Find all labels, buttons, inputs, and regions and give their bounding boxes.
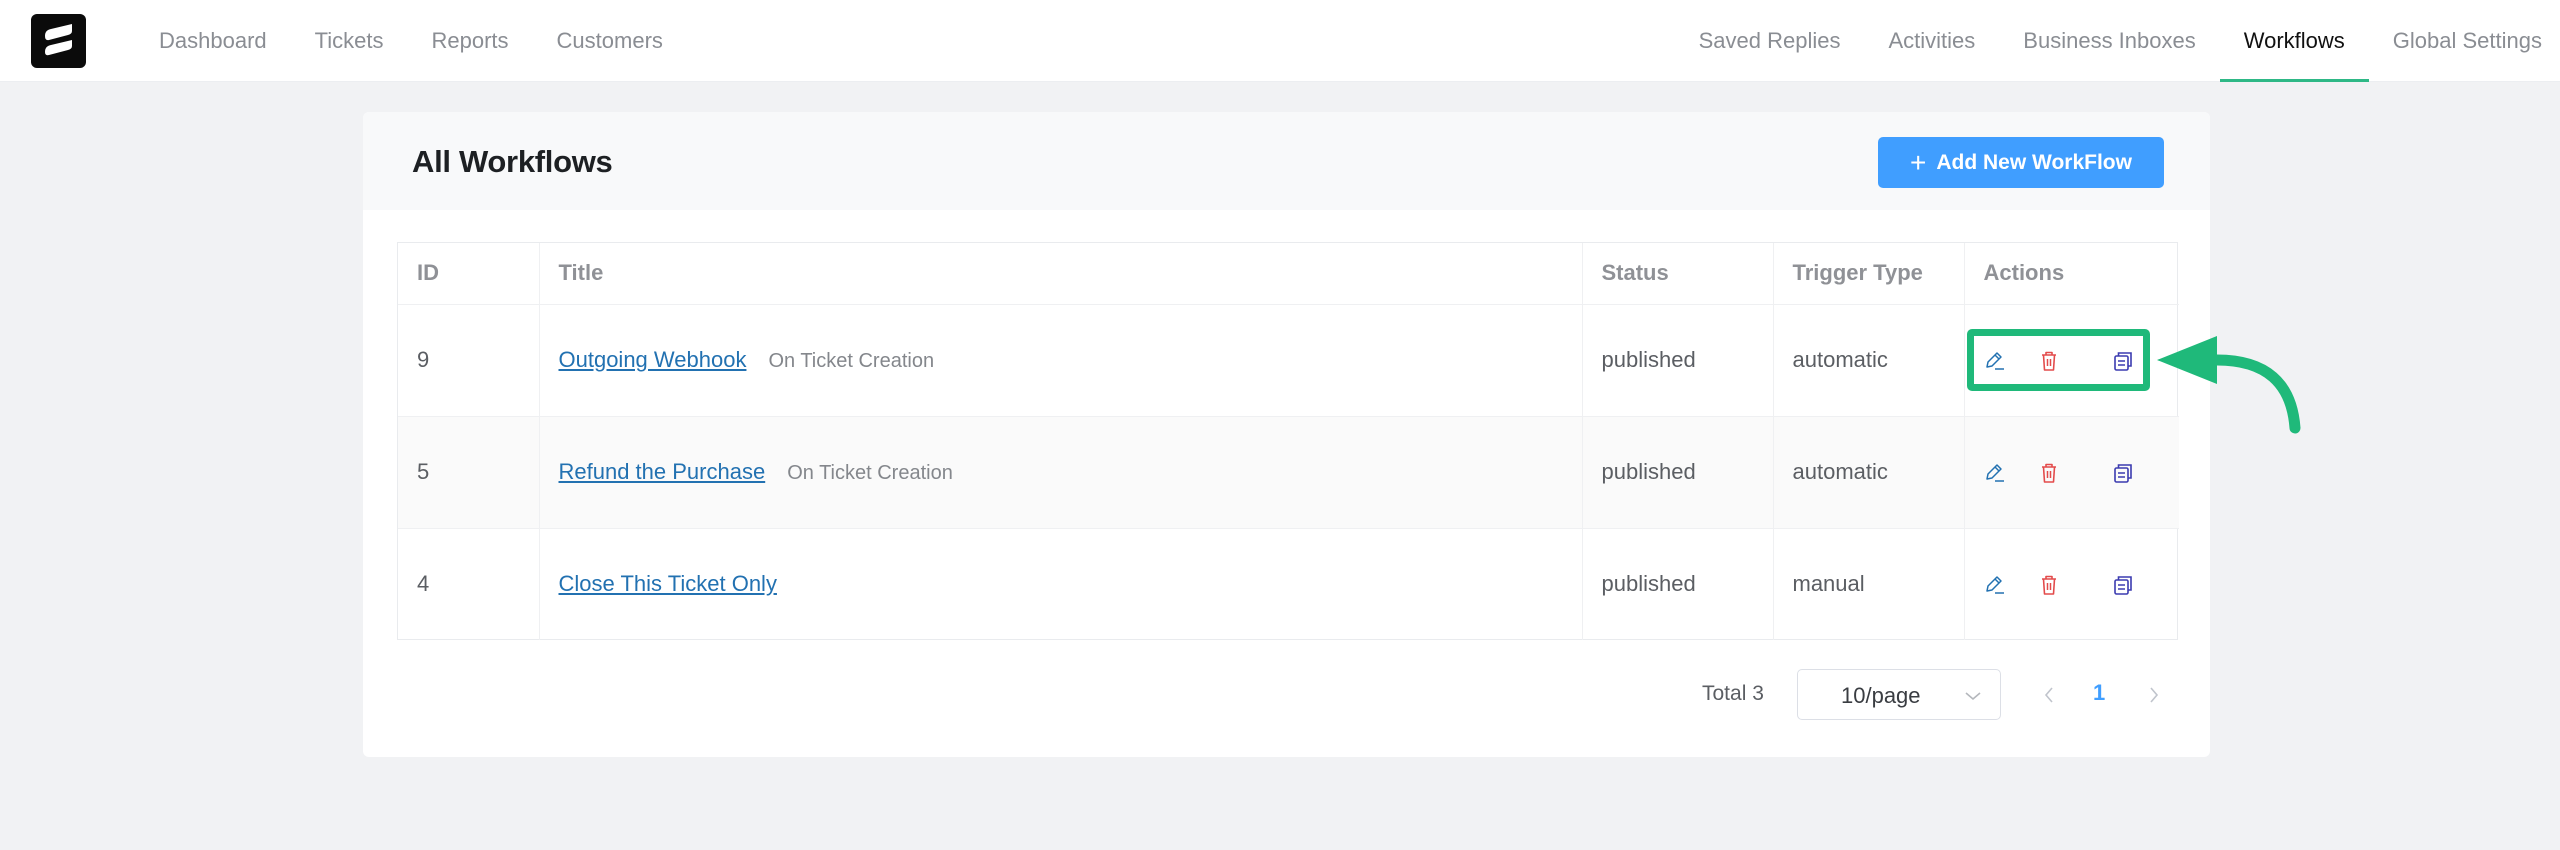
add-new-workflow-button[interactable]: + Add New WorkFlow	[1878, 137, 2164, 188]
chevron-down-icon	[1964, 689, 1982, 707]
cell-id: 9	[398, 304, 540, 417]
column-header-status[interactable]: Status	[1582, 243, 1774, 305]
edit-pencil-icon[interactable]	[1984, 350, 2006, 372]
row-actions	[1984, 452, 2161, 492]
secondary-nav: Saved Replies Activities Business Inboxe…	[1675, 0, 2560, 82]
cell-title: Close This Ticket Only	[539, 528, 1583, 640]
column-header-actions: Actions	[1964, 243, 2179, 305]
workflow-title-link[interactable]: Outgoing Webhook	[559, 347, 747, 372]
duplicate-icon[interactable]	[2112, 574, 2134, 596]
nav-reports[interactable]: Reports	[432, 0, 509, 82]
plus-icon: +	[1910, 146, 1927, 178]
cell-title: Refund the Purchase On Ticket Creation	[539, 416, 1583, 529]
cell-actions	[1964, 304, 2179, 417]
page-size-select[interactable]: 10/page	[1797, 669, 2001, 720]
workflow-title-link[interactable]: Refund the Purchase	[559, 459, 766, 484]
trash-icon[interactable]	[2039, 574, 2059, 596]
pagination: Total 3 10/page 1	[363, 669, 2210, 721]
table-row: 4 Close This Ticket Only published manua…	[398, 528, 2179, 640]
cell-status: published	[1582, 416, 1774, 529]
trash-icon[interactable]	[2039, 462, 2059, 484]
nav-global-settings[interactable]: Global Settings	[2369, 0, 2560, 82]
cell-id: 5	[398, 416, 540, 529]
cell-trigger-type: automatic	[1773, 304, 1965, 417]
column-header-id[interactable]: ID	[398, 243, 540, 305]
duplicate-icon[interactable]	[2112, 462, 2134, 484]
nav-business-inboxes[interactable]: Business Inboxes	[1999, 0, 2219, 82]
trash-icon[interactable]	[2039, 350, 2059, 372]
primary-nav: Dashboard Tickets Reports Customers	[159, 0, 711, 82]
app-logo[interactable]	[31, 14, 86, 68]
edit-pencil-icon[interactable]	[1984, 462, 2006, 484]
nav-workflows[interactable]: Workflows	[2219, 0, 2369, 82]
add-new-workflow-label: Add New WorkFlow	[1936, 150, 2132, 174]
workflows-table: ID Title Status Trigger Type Actions 9 O…	[397, 242, 2179, 640]
cell-status: published	[1582, 528, 1774, 640]
column-header-title[interactable]: Title	[539, 243, 1583, 305]
row-actions	[1984, 340, 2161, 380]
chevron-left-icon[interactable]	[2043, 685, 2055, 710]
cell-actions	[1964, 528, 2179, 640]
card-header: All Workflows + Add New WorkFlow	[363, 112, 2210, 210]
cell-title: Outgoing Webhook On Ticket Creation	[539, 304, 1583, 417]
page-number-current[interactable]: 1	[2093, 680, 2105, 706]
nav-customers[interactable]: Customers	[557, 0, 663, 82]
edit-pencil-icon[interactable]	[1984, 574, 2006, 596]
cell-id: 4	[398, 528, 540, 640]
table-row: 5 Refund the Purchase On Ticket Creation …	[398, 416, 2179, 529]
cell-status: published	[1582, 304, 1774, 417]
workflow-trigger-label: On Ticket Creation	[768, 350, 935, 372]
cell-trigger-type: manual	[1773, 528, 1965, 640]
workflow-title-link[interactable]: Close This Ticket Only	[559, 571, 777, 596]
workflows-card: All Workflows + Add New WorkFlow ID Titl…	[363, 112, 2210, 757]
cell-actions	[1964, 416, 2179, 529]
workflow-trigger-label: On Ticket Creation	[787, 462, 953, 484]
nav-saved-replies[interactable]: Saved Replies	[1675, 0, 1865, 82]
column-header-trigger-type[interactable]: Trigger Type	[1773, 243, 1965, 305]
table-row: 9 Outgoing Webhook On Ticket Creation pub…	[398, 304, 2179, 417]
table-header-row: ID Title Status Trigger Type Actions	[398, 243, 2179, 305]
cell-trigger-type: automatic	[1773, 416, 1965, 529]
top-navigation: Dashboard Tickets Reports Customers Save…	[0, 0, 2560, 82]
nav-tickets[interactable]: Tickets	[315, 0, 384, 82]
duplicate-icon[interactable]	[2112, 350, 2134, 372]
logo-icon	[45, 24, 72, 56]
total-count: Total 3	[1702, 682, 1764, 705]
chevron-right-icon[interactable]	[2148, 685, 2160, 710]
page-size-value: 10/page	[1841, 683, 1921, 708]
nav-activities[interactable]: Activities	[1865, 0, 2000, 82]
nav-dashboard[interactable]: Dashboard	[159, 0, 267, 82]
page-title: All Workflows	[412, 144, 613, 179]
row-actions	[1984, 564, 2161, 604]
